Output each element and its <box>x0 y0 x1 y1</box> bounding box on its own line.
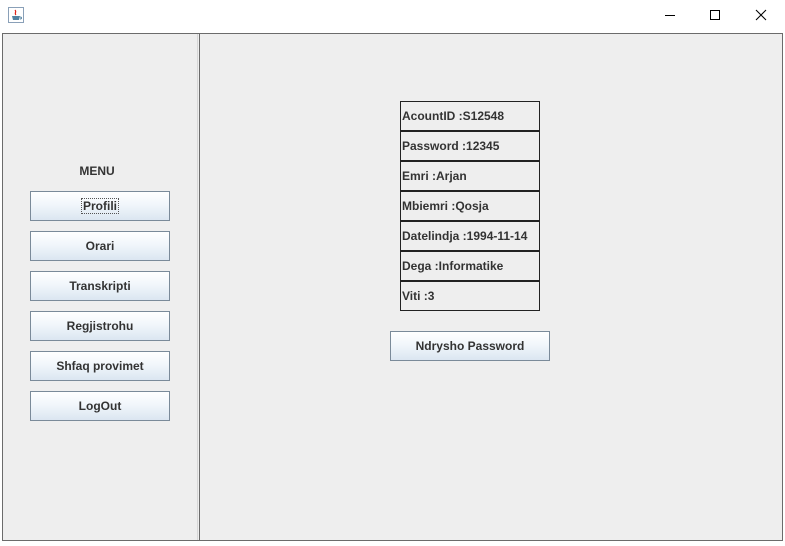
year-field: Viti :3 <box>400 281 540 311</box>
maximize-icon <box>710 10 720 20</box>
logout-button[interactable]: LogOut <box>30 391 170 421</box>
orari-button[interactable]: Orari <box>30 231 170 261</box>
menu-label: MENU <box>79 164 115 178</box>
profili-button-label: Profili <box>80 198 119 214</box>
regjistrohu-button[interactable]: Regjistrohu <box>30 311 170 341</box>
shfaq-provimet-button[interactable]: Shfaq provimet <box>30 351 170 381</box>
first-name-field: Emri :Arjan <box>400 161 540 191</box>
transkripti-button[interactable]: Transkripti <box>30 271 170 301</box>
last-name-field: Mbiemri :Qosja <box>400 191 540 221</box>
regjistrohu-button-label: Regjistrohu <box>66 319 134 333</box>
maximize-button[interactable] <box>692 0 738 30</box>
account-id-field: AcountID :S12548 <box>400 101 540 131</box>
change-password-button-label: Ndrysho Password <box>415 339 525 353</box>
password-field: Password :12345 <box>400 131 540 161</box>
change-password-button[interactable]: Ndrysho Password <box>390 331 550 361</box>
close-button[interactable] <box>738 0 784 30</box>
profili-button[interactable]: Profili <box>30 191 170 221</box>
birthdate-field: Datelindja :1994-11-14 <box>400 221 540 251</box>
department-field: Dega :Informatike <box>400 251 540 281</box>
minimize-button[interactable] <box>647 0 693 30</box>
transkripti-button-label: Transkripti <box>69 279 131 293</box>
title-bar <box>0 0 785 30</box>
close-icon <box>755 9 767 21</box>
orari-button-label: Orari <box>85 239 115 253</box>
shfaq-provimet-button-label: Shfaq provimet <box>56 359 144 373</box>
java-app-icon <box>8 7 24 23</box>
minimize-icon <box>665 15 675 16</box>
background-editor-strip <box>0 541 785 546</box>
logout-button-label: LogOut <box>78 399 122 413</box>
